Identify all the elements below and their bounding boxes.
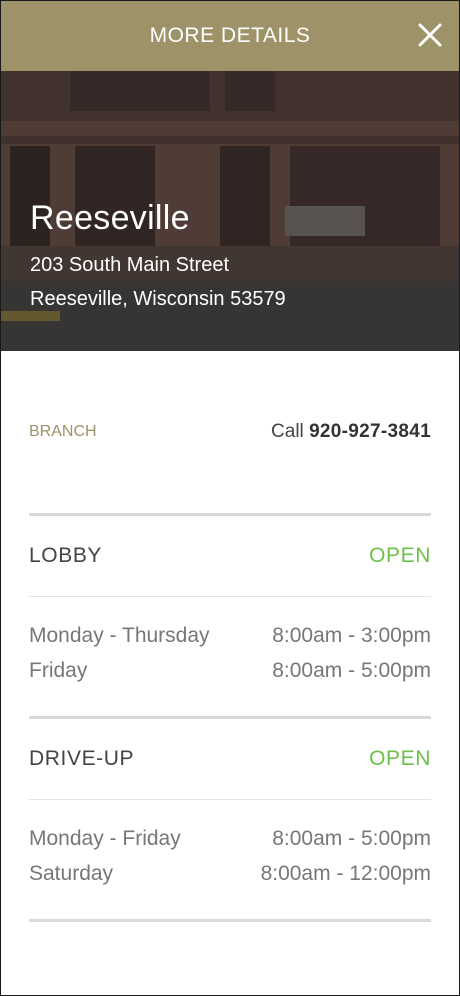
branch-name: Reeseville: [30, 199, 190, 237]
phone-number[interactable]: 920-927-3841: [309, 421, 431, 442]
address-line-2: Reeseville, Wisconsin 53579: [30, 288, 286, 310]
lobby-hours: Monday - Thursday 8:00am - 3:00pm Friday…: [29, 597, 431, 716]
driveup-title: DRIVE-UP: [29, 747, 135, 770]
header-bar: MORE DETAILS: [0, 0, 460, 71]
driveup-status-badge: OPEN: [369, 747, 431, 770]
call-link[interactable]: Call 920-927-3841: [271, 421, 431, 443]
close-icon: [418, 23, 442, 47]
hours-days: Friday: [29, 659, 88, 682]
lobby-status-badge: OPEN: [369, 544, 431, 567]
hours-days: Monday - Friday: [29, 827, 181, 850]
branch-label: BRANCH: [29, 423, 97, 440]
lobby-header: LOBBY OPEN: [29, 516, 431, 596]
hours-days: Monday - Thursday: [29, 624, 210, 647]
hours-row: Saturday 8:00am - 12:00pm: [29, 856, 431, 891]
divider: [29, 919, 431, 922]
page-title: MORE DETAILS: [149, 23, 311, 47]
driveup-hours: Monday - Friday 8:00am - 5:00pm Saturday…: [29, 800, 431, 919]
hours-time: 8:00am - 5:00pm: [272, 659, 431, 682]
hours-row: Friday 8:00am - 5:00pm: [29, 653, 431, 688]
call-prefix: Call: [271, 421, 304, 442]
close-button[interactable]: [414, 19, 446, 51]
hours-row: Monday - Friday 8:00am - 5:00pm: [29, 821, 431, 856]
branch-photo: Reeseville 203 South Main Street Reesevi…: [0, 71, 460, 351]
lobby-title: LOBBY: [29, 544, 103, 567]
hours-row: Monday - Thursday 8:00am - 3:00pm: [29, 618, 431, 653]
address-line-1: 203 South Main Street: [30, 254, 230, 276]
details-content: BRANCH Call 920-927-3841 LOBBY OPEN Mond…: [29, 351, 431, 922]
hours-time: 8:00am - 12:00pm: [260, 862, 431, 885]
driveup-header: DRIVE-UP OPEN: [29, 719, 431, 799]
hours-days: Saturday: [29, 862, 114, 885]
hours-time: 8:00am - 5:00pm: [272, 827, 431, 850]
hours-time: 8:00am - 3:00pm: [272, 624, 431, 647]
branch-row: BRANCH Call 920-927-3841: [29, 351, 431, 513]
